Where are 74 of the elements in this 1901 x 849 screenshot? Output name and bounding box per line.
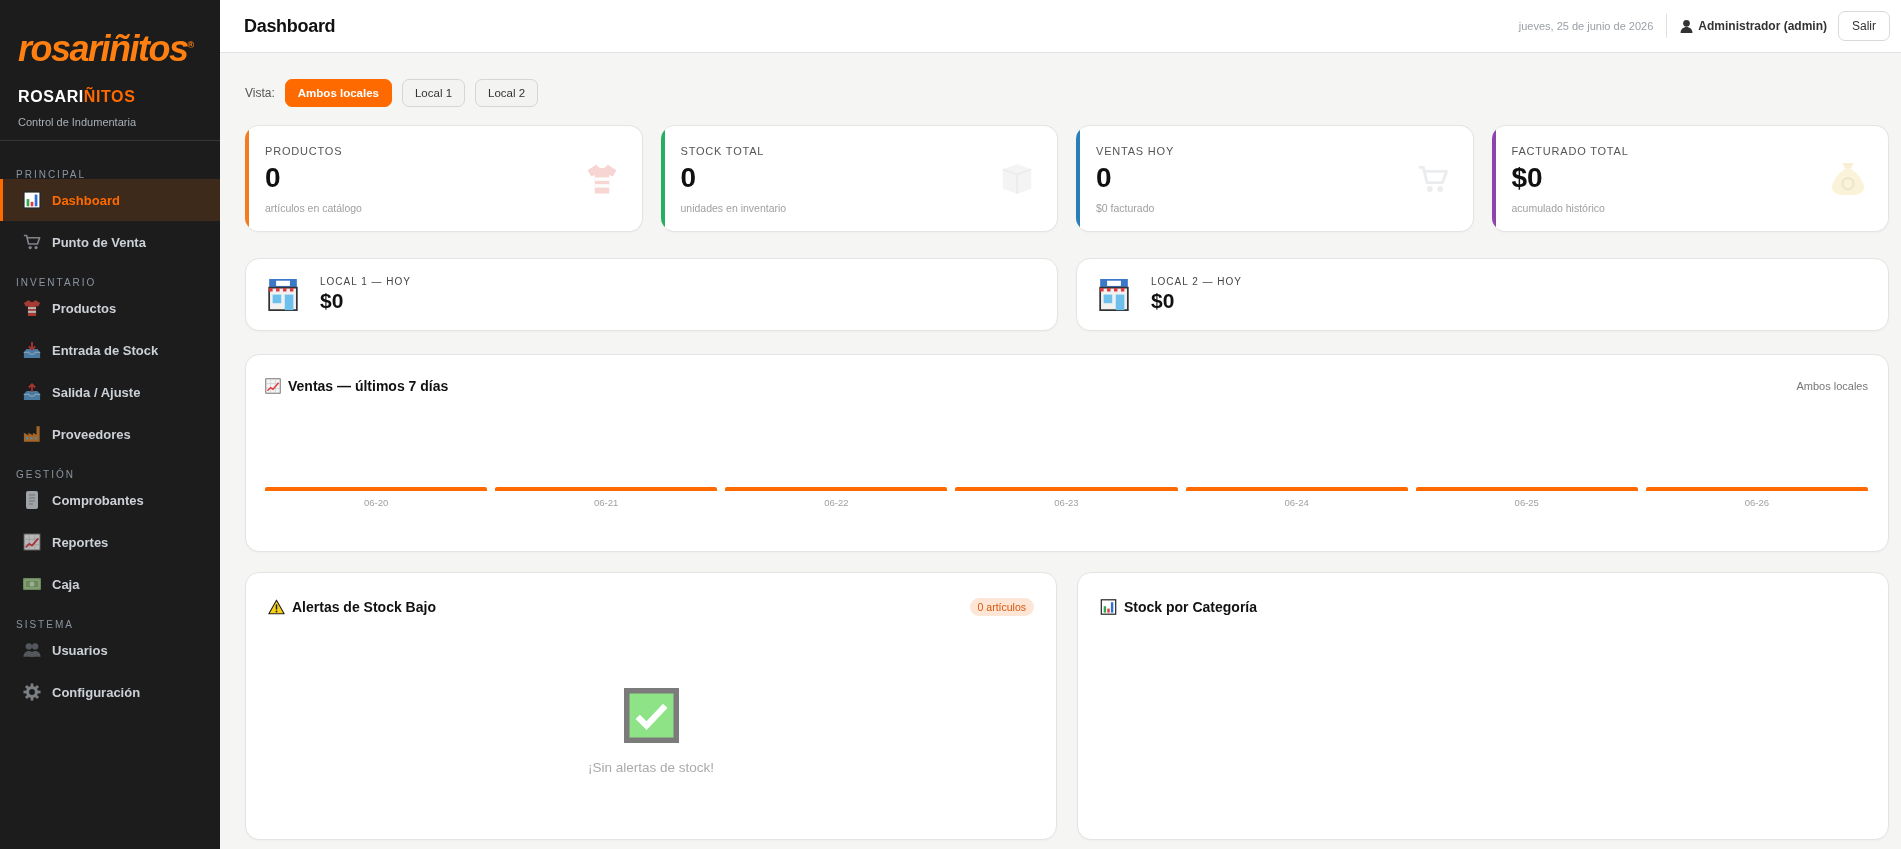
chart-scope-label: Ambos locales	[1796, 380, 1868, 392]
stat-note: unidades en inventario	[680, 201, 787, 215]
stat-label: STOCK TOTAL	[680, 144, 765, 158]
day-label: 06-23	[1054, 497, 1079, 509]
users-icon	[23, 641, 41, 659]
banknote-icon	[23, 575, 41, 593]
receipt-icon	[23, 491, 41, 509]
nav-item[interactable]: Entrada de Stock	[0, 329, 220, 371]
check-box-icon	[623, 688, 679, 743]
nav-section-label: PRINCIPAL	[16, 169, 87, 181]
day-label: 06-20	[363, 497, 389, 509]
stat-value: $0	[1511, 162, 1543, 194]
nav-item[interactable]: Punto de Venta	[0, 221, 220, 263]
panel-title: Alertas de Stock Bajo	[292, 599, 436, 615]
nav-item[interactable]: Reportes	[0, 521, 220, 563]
gear-icon	[23, 683, 41, 701]
logout-button[interactable]: Salir	[1838, 11, 1890, 41]
nav-item[interactable]: Caja	[0, 563, 220, 605]
nav-item[interactable]: Comprobantes	[0, 479, 220, 521]
day-label: 06-21	[594, 497, 619, 509]
stat-value: 0	[265, 162, 281, 194]
brand-logo: rosariñitos$^{®}$	[18, 27, 195, 68]
nav-section-label: SISTEMA	[16, 619, 74, 631]
local-value: $0	[1151, 288, 1175, 314]
shirt-icon	[585, 162, 618, 195]
day-label: 06-25	[1514, 497, 1539, 509]
view-label: Vista:	[245, 86, 275, 100]
nav-item[interactable]: Proveedores	[0, 413, 220, 455]
nav-item[interactable]: Dashboard	[0, 179, 220, 221]
stat-label: PRODUCTOS	[265, 144, 343, 158]
cart-icon	[23, 233, 41, 251]
stat-note: acumulado histórico	[1511, 201, 1605, 215]
date-text: jueves, 25 de junio de 2026	[1518, 20, 1654, 32]
local-value: $0	[320, 288, 344, 314]
chart-title: Ventas — últimos 7 días	[288, 378, 449, 394]
stat-label: FACTURADO TOTAL	[1511, 144, 1629, 158]
store-icon	[1098, 278, 1130, 311]
stat-note: artículos en catálogo	[265, 201, 362, 215]
nav-item[interactable]: Productos	[0, 287, 220, 329]
local-label: LOCAL 1 — HOY	[320, 275, 411, 288]
bar-chart-icon	[23, 191, 41, 209]
brand-name: ROSARIÑITOS	[18, 86, 136, 107]
bar-chart-icon	[1100, 599, 1117, 615]
view-option-tab[interactable]: Local 2	[475, 79, 539, 107]
stat-value: 0	[1096, 162, 1112, 194]
factory-icon	[23, 425, 41, 443]
user-name: Administrador (admin)	[1698, 19, 1827, 33]
inbox-tray-icon	[23, 341, 41, 359]
nav-section-label: INVENTARIO	[16, 277, 97, 289]
line-chart-icon	[23, 533, 41, 551]
page-title: Dashboard	[244, 15, 336, 37]
brand-tagline: Control de Indumentaria	[18, 115, 136, 129]
stat-label: VENTAS HOY	[1096, 144, 1175, 158]
day-label: 06-22	[824, 497, 849, 509]
warning-icon	[268, 599, 285, 615]
shirt-icon	[23, 299, 41, 317]
store-icon	[267, 278, 299, 311]
day-label: 06-24	[1284, 497, 1309, 509]
nav-item[interactable]: Salida / Ajuste	[0, 371, 220, 413]
view-option-tab[interactable]: Local 1	[401, 79, 466, 107]
day-label: 06-26	[1744, 497, 1770, 509]
nav-item[interactable]: Configuración	[0, 671, 220, 713]
stat-value: 0	[680, 162, 697, 194]
local-label: LOCAL 2 — HOY	[1151, 275, 1242, 288]
line-chart-icon	[265, 378, 281, 394]
nav-section-label: GESTIÓN	[16, 469, 75, 481]
outbox-tray-icon	[23, 383, 41, 401]
count-badge: 0 artículos	[969, 598, 1034, 616]
panel-title: Stock por Categoría	[1124, 599, 1258, 615]
empty-message: ¡Sin alertas de stock!	[587, 760, 715, 775]
user-icon	[1680, 19, 1694, 33]
nav-item[interactable]: Usuarios	[0, 629, 220, 671]
stat-note: $0 facturado	[1096, 201, 1155, 215]
money-bag-icon	[1832, 162, 1864, 195]
